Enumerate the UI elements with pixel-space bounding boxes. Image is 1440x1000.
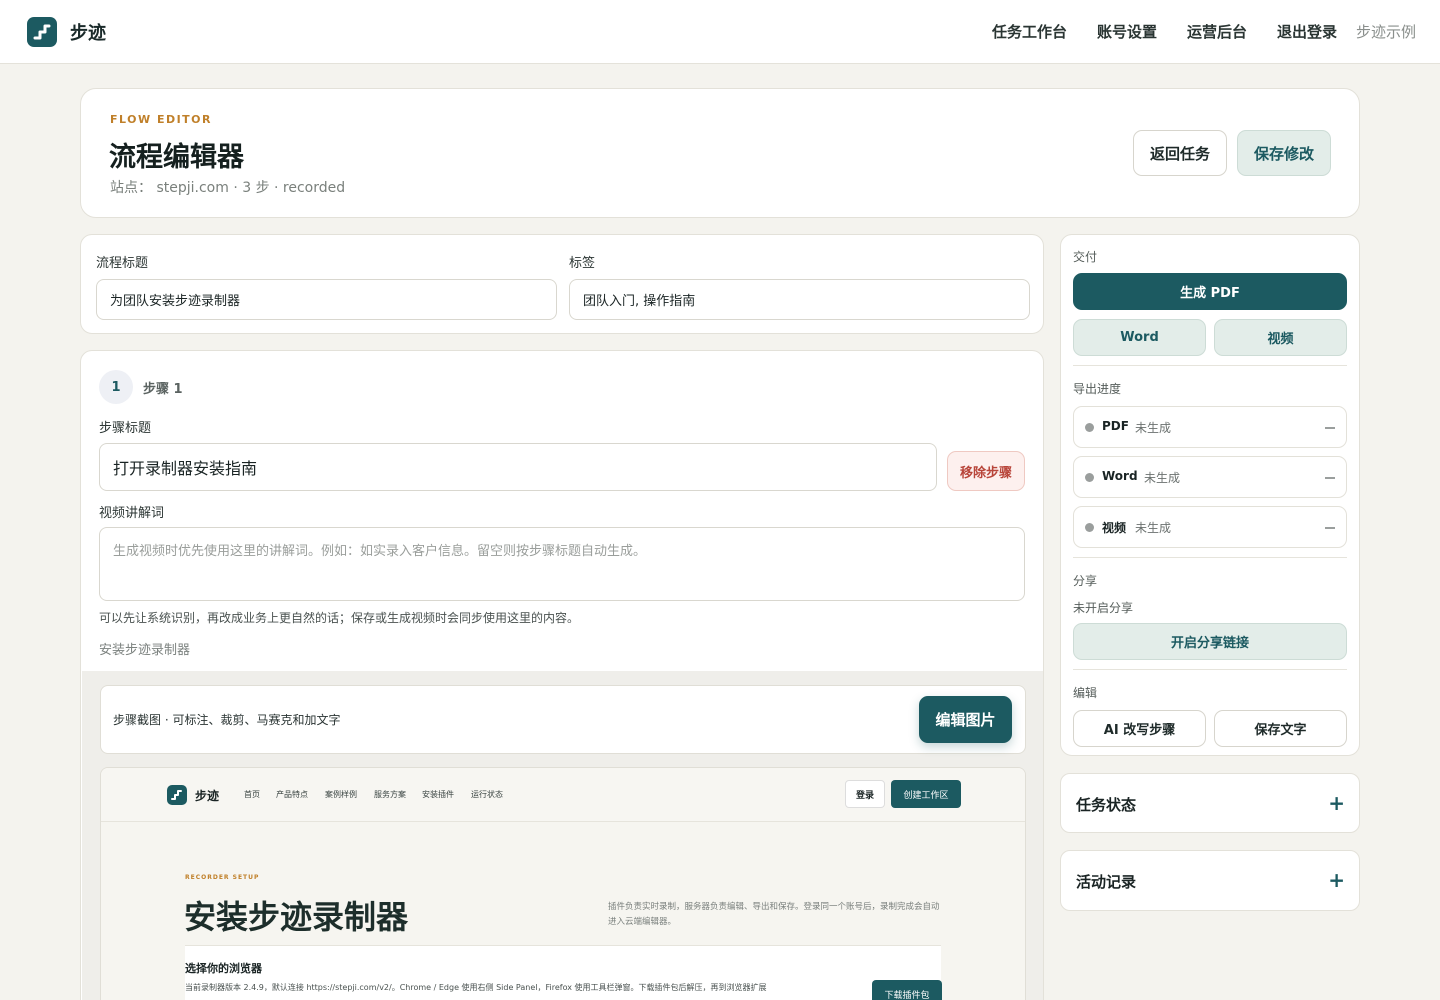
step-title-label: 步骤标题: [99, 421, 152, 436]
share-label: 分享: [1073, 574, 1098, 588]
divider: [1073, 557, 1347, 558]
progress-status: 未生成: [1135, 521, 1172, 535]
preview-nav-home: 首页: [244, 790, 260, 799]
enable-share-link-button[interactable]: 开启分享链接: [1073, 623, 1347, 660]
preview-nav-install: 安装插件: [422, 790, 454, 799]
preview-browser-title: 选择你的浏览器: [185, 962, 262, 975]
minus-icon: [1325, 427, 1335, 429]
preview-brand: 步迹: [195, 789, 220, 803]
plus-icon[interactable]: +: [1328, 793, 1345, 813]
nav-task-workbench[interactable]: 任务工作台: [992, 21, 1067, 42]
delivery-label: 交付: [1073, 250, 1098, 264]
progress-status: 未生成: [1144, 471, 1181, 485]
step-number-badge: 1: [99, 370, 133, 404]
screenshot-preview[interactable]: 步迹 首页 产品特点 案例样例 服务方案 安装插件 运行状态 登录 创建工作区 …: [100, 767, 1026, 1000]
progress-name: PDF: [1102, 419, 1129, 433]
generate-pdf-button[interactable]: 生成 PDF: [1073, 273, 1347, 310]
activity-log-title: 活动记录: [1076, 873, 1137, 891]
screenshot-area: 步骤截图 · 可标注、裁剪、马赛克和加文字 编辑图片 步迹 首页 产品特点 案例…: [82, 671, 1043, 1000]
minus-icon: [1325, 477, 1335, 479]
preview-login-button: 登录: [845, 780, 885, 808]
preview-nav-cases: 案例样例: [325, 790, 357, 799]
preview-browser-desc: 当前录制器版本 2.4.9，默认连接 https://stepji.com/v2…: [185, 983, 767, 992]
progress-status: 未生成: [1135, 421, 1172, 435]
narration-hint: 可以先让系统识别，再改成业务上更自然的话；保存或生成视频时会同步使用这里的内容。: [99, 611, 580, 625]
screenshot-toolbar-text: 步骤截图 · 可标注、裁剪、马赛克和加文字: [113, 713, 341, 727]
task-status-title: 任务状态: [1076, 796, 1137, 814]
preview-description: 插件负责实时录制，服务器负责编辑、导出和保存。登录同一个账号后，录制完成会自动进…: [608, 902, 940, 927]
page-subtitle: 站点： stepji.com · 3 步 · recorded: [110, 180, 346, 196]
edit-image-button[interactable]: 编辑图片: [919, 696, 1012, 743]
export-panel: 交付 生成 PDF Word 视频 导出进度 PDF 未生成 Word 未生成 …: [1060, 234, 1360, 756]
brand-name[interactable]: 步迹: [70, 19, 106, 45]
narration-textarea[interactable]: 生成视频时优先使用这里的讲解词。例如：如实录入客户信息。留空则按步骤标题自动生成…: [99, 527, 1025, 601]
save-text-button[interactable]: 保存文字: [1214, 710, 1347, 747]
plus-icon[interactable]: +: [1328, 870, 1345, 890]
status-dot-icon: [1085, 473, 1094, 482]
page-title: 流程编辑器: [109, 142, 244, 173]
task-status-panel[interactable]: 任务状态 +: [1060, 773, 1360, 833]
flow-title-input[interactable]: 为团队安装步迹录制器: [96, 279, 557, 320]
progress-name: Word: [1102, 469, 1138, 483]
tags-label: 标签: [569, 256, 596, 271]
nav-ops-backend[interactable]: 运营后台: [1187, 21, 1247, 42]
video-button[interactable]: 视频: [1214, 319, 1347, 356]
step-card: 1 步骤 1 步骤标题 打开录制器安装指南 移除步骤 视频讲解词 生成视频时优先…: [80, 350, 1044, 1000]
preview-logo-icon: [167, 785, 187, 805]
preview-eyebrow: RECORDER SETUP: [185, 874, 260, 881]
share-status: 未开启分享: [1073, 601, 1134, 615]
preview-title: 安装步迹录制器: [184, 898, 409, 936]
ai-rewrite-steps-button[interactable]: AI 改写步骤: [1073, 710, 1206, 747]
tags-input[interactable]: 团队入门, 操作指南: [569, 279, 1030, 320]
header-eyebrow: FLOW EDITOR: [110, 113, 213, 126]
progress-row-video: 视频 未生成: [1073, 506, 1347, 548]
editor-header-card: FLOW EDITOR 流程编辑器 站点： stepji.com · 3 步 ·…: [80, 88, 1360, 218]
flow-meta-card: 流程标题 为团队安装步迹录制器 标签 团队入门, 操作指南: [80, 234, 1044, 334]
nav-example[interactable]: 步迹示例: [1356, 21, 1416, 42]
minus-icon: [1325, 527, 1335, 529]
top-navbar: 步迹 任务工作台 账号设置 运营后台 退出登录 步迹示例: [0, 0, 1440, 64]
back-to-task-button[interactable]: 返回任务: [1133, 130, 1227, 176]
word-button[interactable]: Word: [1073, 319, 1206, 356]
divider: [1073, 669, 1347, 670]
logo-icon[interactable]: [27, 17, 57, 47]
preview-download-button: 下载插件包: [872, 980, 942, 1000]
step-caption: 安装步迹录制器: [99, 643, 191, 658]
screenshot-toolbar: 步骤截图 · 可标注、裁剪、马赛克和加文字 编辑图片: [100, 685, 1026, 754]
export-progress-label: 导出进度: [1073, 382, 1122, 396]
status-dot-icon: [1085, 423, 1094, 432]
edit-label: 编辑: [1073, 686, 1098, 700]
status-dot-icon: [1085, 523, 1094, 532]
preview-create-button: 创建工作区: [891, 780, 961, 808]
activity-log-panel[interactable]: 活动记录 +: [1060, 850, 1360, 911]
step-label: 步骤 1: [143, 382, 183, 397]
progress-name: 视频: [1102, 521, 1127, 535]
divider: [1073, 365, 1347, 366]
preview-nav-plans: 服务方案: [374, 790, 406, 799]
preview-navbar: 步迹 首页 产品特点 案例样例 服务方案 安装插件 运行状态 登录 创建工作区: [101, 768, 1025, 822]
progress-row-pdf: PDF 未生成: [1073, 406, 1347, 448]
narration-label: 视频讲解词: [99, 506, 165, 521]
preview-nav-status: 运行状态: [471, 790, 503, 799]
progress-row-word: Word 未生成: [1073, 456, 1347, 498]
nav-logout[interactable]: 退出登录: [1277, 21, 1337, 42]
flow-title-label: 流程标题: [96, 256, 149, 271]
nav-account-settings[interactable]: 账号设置: [1097, 21, 1157, 42]
remove-step-button[interactable]: 移除步骤: [947, 451, 1025, 491]
save-changes-button[interactable]: 保存修改: [1237, 130, 1331, 176]
preview-nav-features: 产品特点: [276, 790, 308, 799]
step-title-input[interactable]: 打开录制器安装指南: [99, 443, 937, 491]
